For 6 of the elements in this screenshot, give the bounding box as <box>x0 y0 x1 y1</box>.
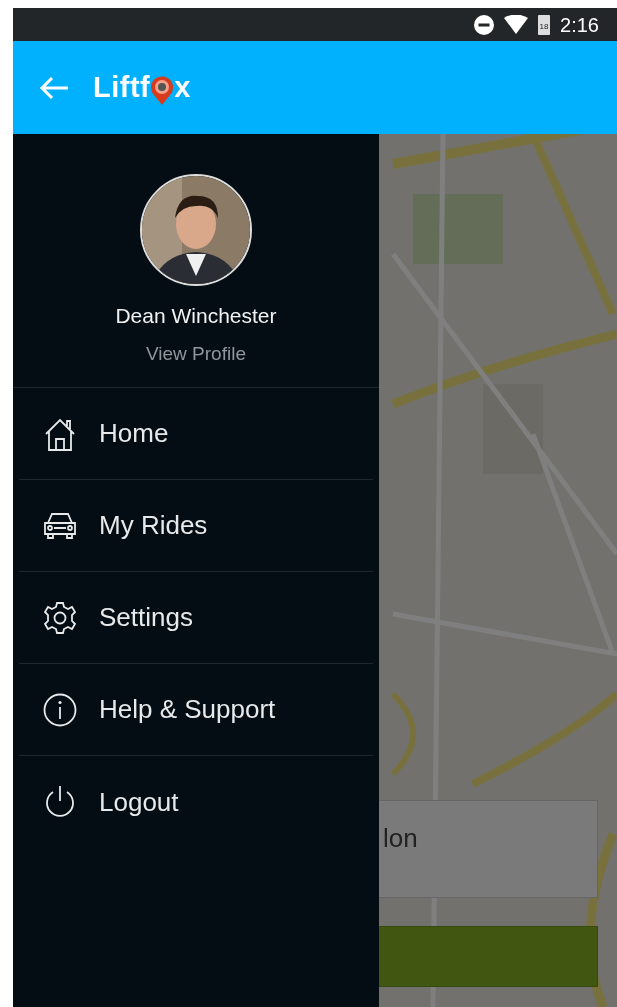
wifi-icon <box>504 15 529 34</box>
do-not-disturb-icon <box>474 14 495 35</box>
battery-icon: 18 <box>538 14 551 35</box>
back-arrow-icon[interactable] <box>39 75 69 100</box>
clock-time: 2:16 <box>560 12 599 38</box>
logo: Liftf x <box>93 69 191 107</box>
